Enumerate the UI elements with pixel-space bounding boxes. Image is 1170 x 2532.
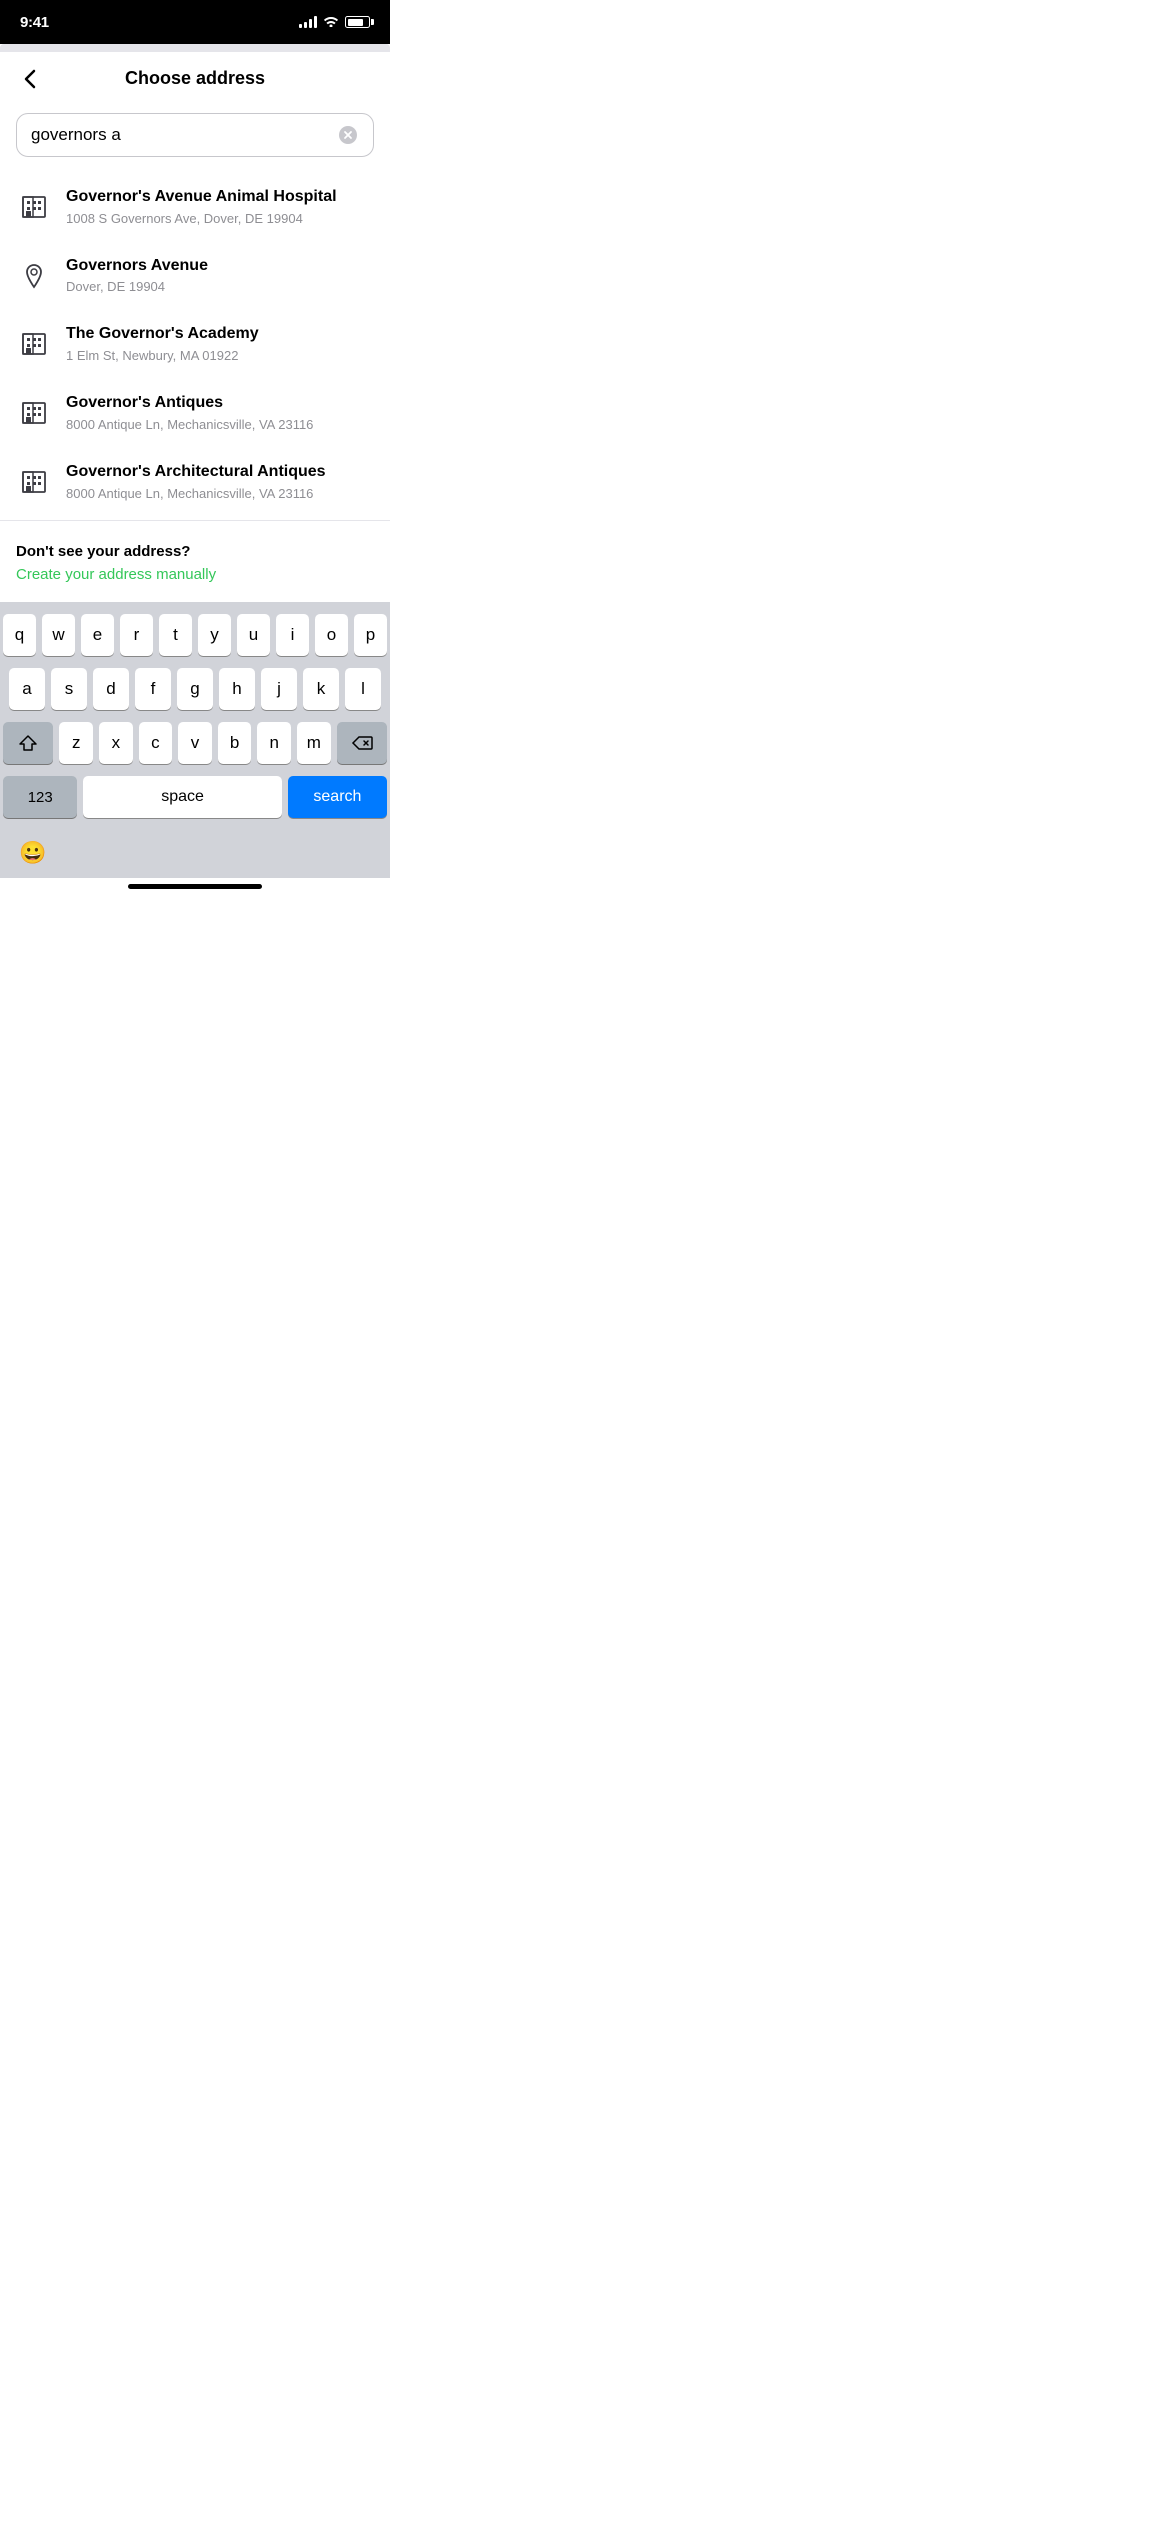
result-name: Governor's Architectural Antiques (66, 462, 374, 483)
key-x[interactable]: x (99, 722, 133, 764)
page-title: Choose address (20, 68, 370, 89)
search-box (16, 113, 374, 157)
result-address: 1 Elm St, Newbury, MA 01922 (66, 348, 374, 365)
status-icons (299, 15, 370, 30)
result-address: Dover, DE 19904 (66, 279, 374, 296)
back-button[interactable] (20, 65, 40, 93)
manual-prompt: Don't see your address? (16, 543, 374, 560)
search-container (0, 101, 390, 173)
shift-key[interactable] (3, 722, 53, 764)
home-indicator (128, 884, 262, 889)
key-w[interactable]: w (42, 614, 75, 656)
result-address: 8000 Antique Ln, Mechanicsville, VA 2311… (66, 417, 374, 434)
search-key[interactable]: search (288, 776, 387, 818)
delete-key[interactable] (337, 722, 387, 764)
result-address: 1008 S Governors Ave, Dover, DE 19904 (66, 211, 374, 228)
key-p[interactable]: p (354, 614, 387, 656)
list-item[interactable]: Governor's Architectural Antiques 8000 A… (0, 448, 390, 517)
key-v[interactable]: v (178, 722, 212, 764)
key-m[interactable]: m (297, 722, 331, 764)
numbers-key[interactable]: 123 (3, 776, 77, 818)
key-o[interactable]: o (315, 614, 348, 656)
peek-bar (0, 44, 390, 52)
building-icon (16, 189, 52, 225)
keyboard-bottom-bar: 😀 (3, 830, 387, 874)
key-e[interactable]: e (81, 614, 114, 656)
key-n[interactable]: n (257, 722, 291, 764)
header: Choose address (0, 52, 390, 101)
list-item[interactable]: Governors Avenue Dover, DE 19904 (0, 242, 390, 311)
clear-button[interactable] (337, 124, 359, 146)
keyboard-row-3: z x c v b n m (3, 722, 387, 764)
results-list: Governor's Avenue Animal Hospital 1008 S… (0, 173, 390, 516)
result-name: The Governor's Academy (66, 324, 374, 345)
building-icon (16, 395, 52, 431)
location-pin-icon (16, 258, 52, 294)
key-j[interactable]: j (261, 668, 297, 710)
key-b[interactable]: b (218, 722, 252, 764)
key-r[interactable]: r (120, 614, 153, 656)
result-text: Governor's Antiques 8000 Antique Ln, Mec… (66, 393, 374, 434)
keyboard-row-4: 123 space search (3, 776, 387, 818)
key-y[interactable]: y (198, 614, 231, 656)
building-icon (16, 464, 52, 500)
key-s[interactable]: s (51, 668, 87, 710)
manual-address-section: Don't see your address? Create your addr… (0, 525, 390, 602)
building-icon (16, 326, 52, 362)
list-item[interactable]: Governor's Antiques 8000 Antique Ln, Mec… (0, 379, 390, 448)
result-address: 8000 Antique Ln, Mechanicsville, VA 2311… (66, 486, 374, 503)
result-text: Governor's Avenue Animal Hospital 1008 S… (66, 187, 374, 228)
keyboard-row-2: a s d f g h j k l (3, 668, 387, 710)
result-name: Governor's Avenue Animal Hospital (66, 187, 374, 208)
emoji-icon: 😀 (19, 840, 46, 866)
result-text: The Governor's Academy 1 Elm St, Newbury… (66, 324, 374, 365)
result-name: Governors Avenue (66, 256, 374, 277)
key-a[interactable]: a (9, 668, 45, 710)
key-l[interactable]: l (345, 668, 381, 710)
key-u[interactable]: u (237, 614, 270, 656)
result-text: Governor's Architectural Antiques 8000 A… (66, 462, 374, 503)
key-c[interactable]: c (139, 722, 173, 764)
space-key[interactable]: space (83, 776, 281, 818)
emoji-key[interactable]: 😀 (11, 832, 54, 874)
key-t[interactable]: t (159, 614, 192, 656)
list-item[interactable]: The Governor's Academy 1 Elm St, Newbury… (0, 310, 390, 379)
status-time: 9:41 (20, 14, 49, 31)
result-name: Governor's Antiques (66, 393, 374, 414)
key-i[interactable]: i (276, 614, 309, 656)
section-divider (0, 520, 390, 521)
key-q[interactable]: q (3, 614, 36, 656)
wifi-icon (323, 15, 339, 30)
key-f[interactable]: f (135, 668, 171, 710)
result-text: Governors Avenue Dover, DE 19904 (66, 256, 374, 297)
key-g[interactable]: g (177, 668, 213, 710)
battery-icon (345, 16, 370, 28)
keyboard: q w e r t y u i o p a s d f g h j k l z … (0, 602, 390, 878)
create-address-manually-link[interactable]: Create your address manually (16, 566, 216, 583)
search-input[interactable] (31, 125, 329, 145)
status-bar: 9:41 (0, 0, 390, 44)
key-d[interactable]: d (93, 668, 129, 710)
key-k[interactable]: k (303, 668, 339, 710)
key-z[interactable]: z (59, 722, 93, 764)
key-h[interactable]: h (219, 668, 255, 710)
list-item[interactable]: Governor's Avenue Animal Hospital 1008 S… (0, 173, 390, 242)
signal-icon (299, 16, 317, 28)
keyboard-row-1: q w e r t y u i o p (3, 614, 387, 656)
